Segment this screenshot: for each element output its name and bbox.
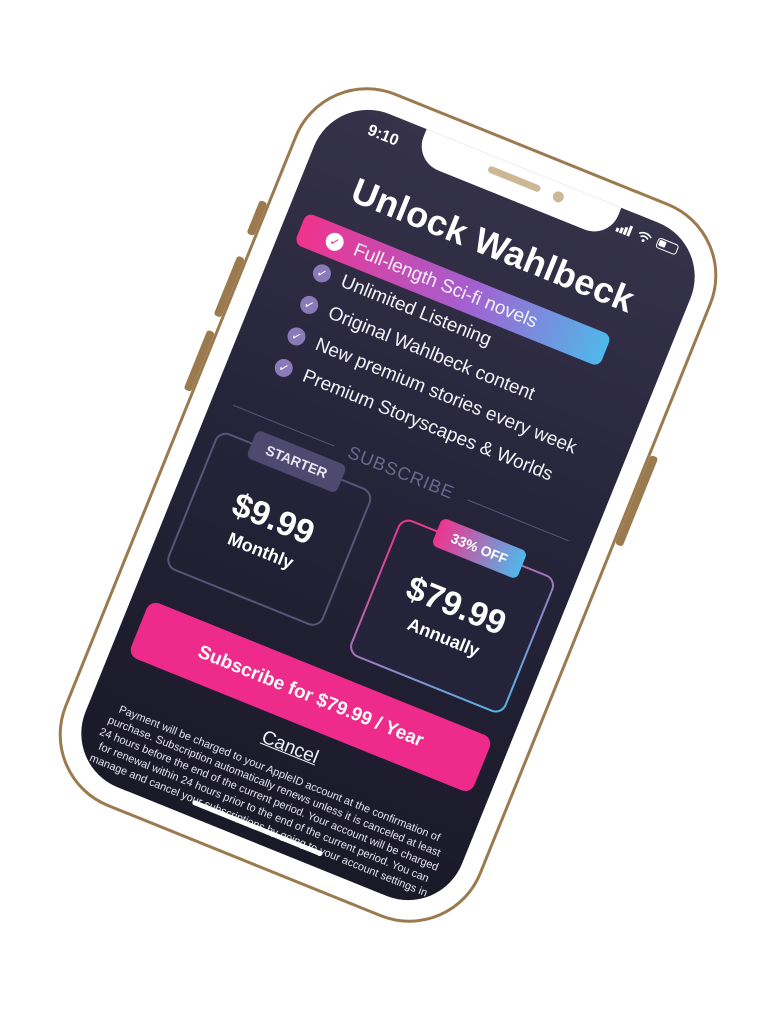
camera [551, 189, 566, 205]
status-time: 9:10 [364, 121, 402, 150]
check-circle-icon: ✓ [284, 324, 309, 349]
check-circle-icon: ✓ [297, 293, 321, 317]
wifi-icon [638, 231, 652, 243]
battery-icon [654, 237, 680, 256]
signal-icon [615, 225, 634, 237]
phone-mockup: 9:10 Unlock Wahlbeck ✓ Full-length Sci-f… [35, 63, 741, 947]
plan-annual-card[interactable]: 33% OFF $79.99 Annually [346, 516, 558, 717]
check-circle-icon: ✓ [310, 261, 334, 286]
check-circle-icon: ✓ [272, 356, 296, 380]
check-circle-icon: ✓ [322, 230, 347, 254]
